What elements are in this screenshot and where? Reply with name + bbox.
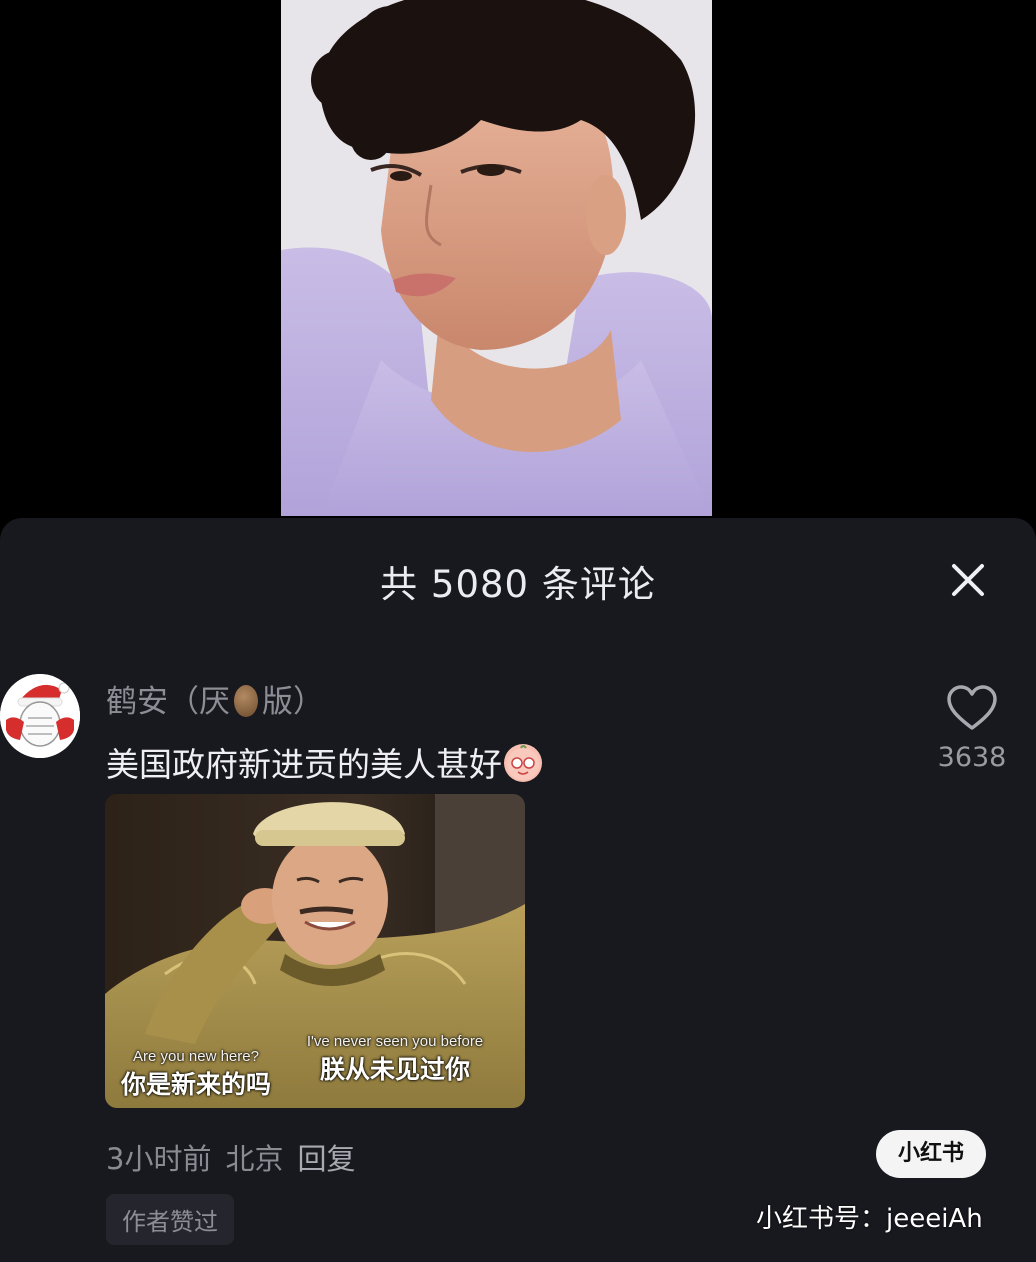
close-icon: [952, 564, 984, 596]
caption-left-cn: 你是新来的吗: [120, 1071, 271, 1099]
egg-icon: [234, 685, 258, 717]
caption-left-en: Are you new here?: [133, 1048, 259, 1065]
comment-location: 北京: [225, 1142, 284, 1176]
caption-right-en: I've never seen you before: [306, 1033, 484, 1050]
comment-body: 美国政府新进贡的美人甚好: [106, 745, 502, 784]
comment-meta: 3小时前 北京 回复: [106, 1136, 369, 1178]
caption-right-cn: 朕从未见过你: [319, 1056, 470, 1084]
comment-username[interactable]: 鹤安（厌 版）: [106, 676, 324, 721]
comment-time: 3小时前: [106, 1142, 212, 1176]
username-left: 鹤安（厌: [106, 684, 230, 720]
heart-icon: [947, 685, 997, 730]
avatar[interactable]: [0, 674, 80, 758]
meme-caption-left: Are you new here? 你是新来的吗: [111, 1048, 281, 1101]
close-button[interactable]: [944, 556, 992, 604]
meme-caption-right: I've never seen you before 朕从未见过你: [305, 1034, 485, 1086]
author-liked-badge: 作者赞过: [106, 1194, 234, 1245]
avatar-illustration: [0, 674, 80, 758]
comment-image[interactable]: Are you new here? 你是新来的吗 I've never seen…: [105, 794, 525, 1108]
comment-sheet: 共 5080 条评论 鹤安（厌 版） 美国政府新进贡的美人甚好 3638 Are…: [0, 518, 1036, 1262]
username-right: 版）: [262, 684, 324, 720]
xiaohongshu-logo: 小红书: [876, 1130, 986, 1178]
blush-emoji-icon: [504, 744, 542, 782]
like-count: 3638: [937, 742, 1007, 773]
portrait-illustration: [281, 0, 712, 516]
like-button[interactable]: [946, 684, 998, 732]
sheet-title: 共 5080 条评论: [380, 563, 656, 606]
comment-text: 美国政府新进贡的美人甚好: [106, 738, 542, 786]
watermark: 小红书号：jeeeiAh: [756, 1204, 983, 1234]
video-area[interactable]: [0, 0, 1036, 518]
portrait-photo: [281, 0, 712, 516]
reply-button[interactable]: 回复: [297, 1142, 355, 1176]
